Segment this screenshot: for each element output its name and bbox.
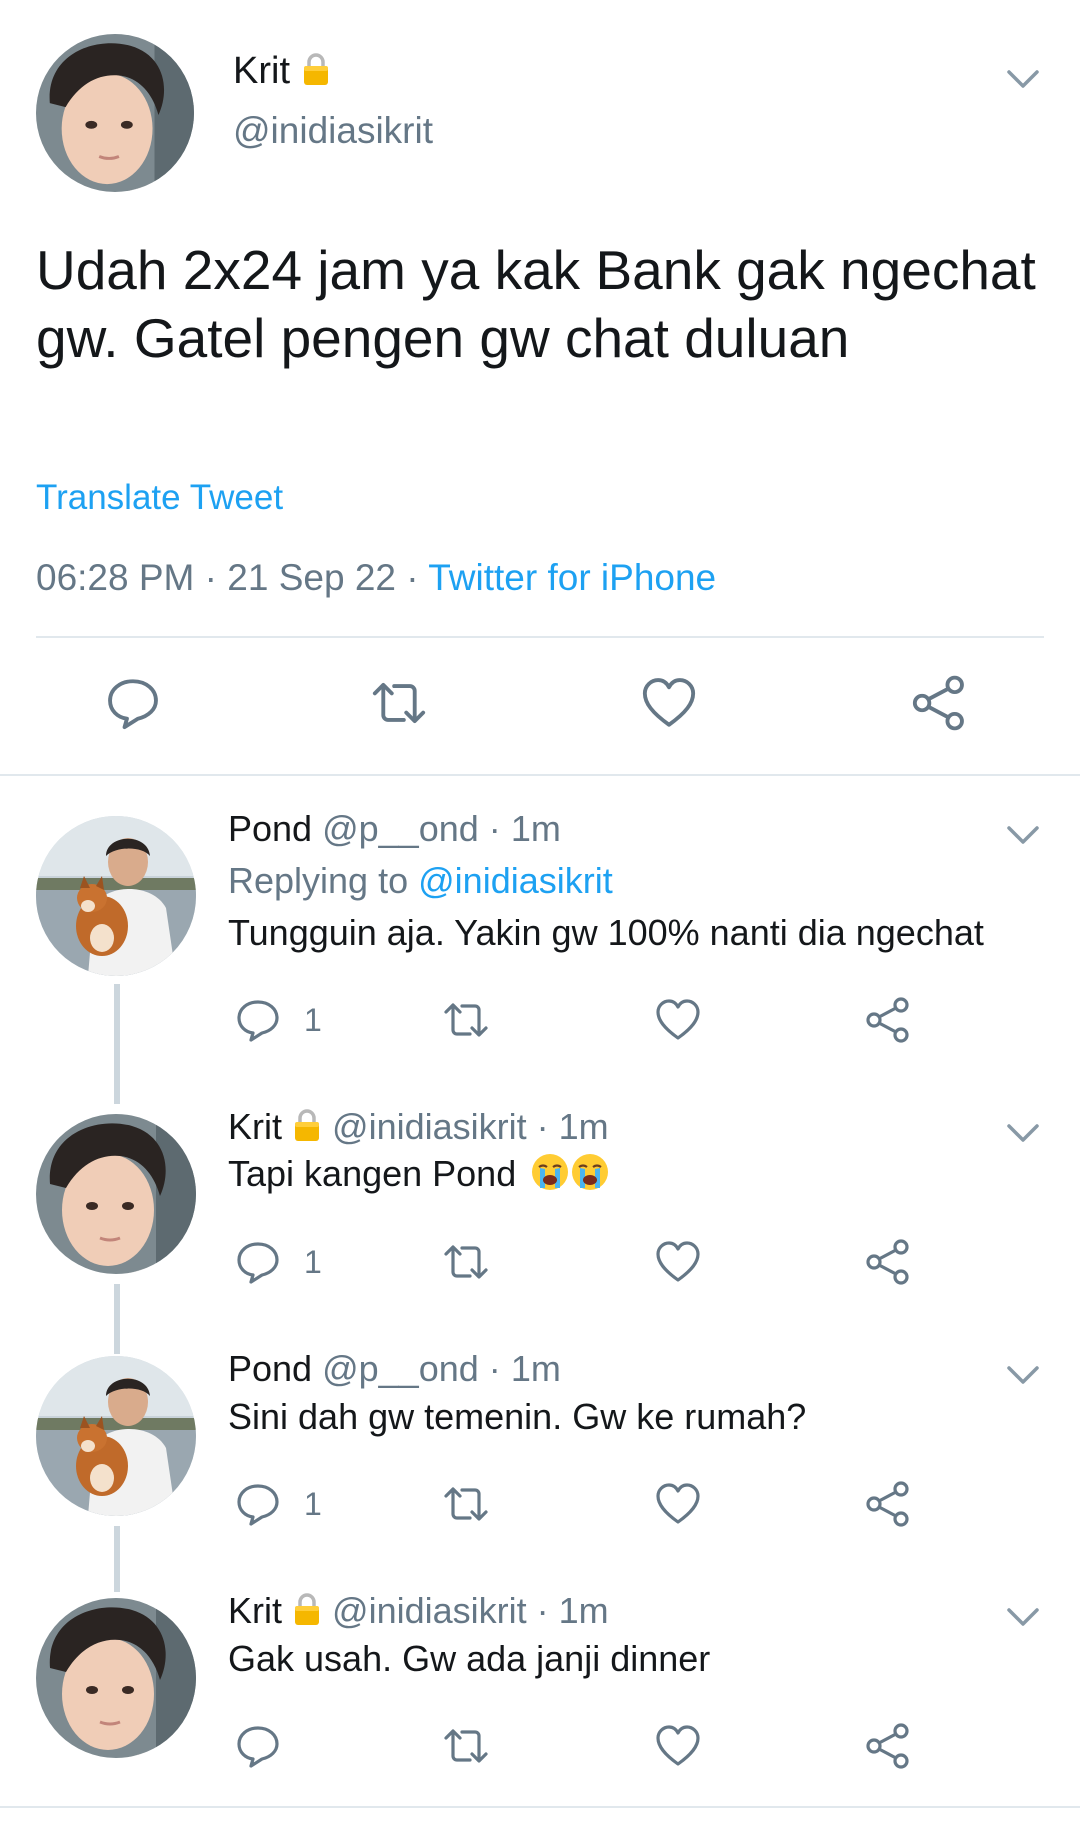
like-icon (654, 1722, 702, 1770)
like-button[interactable] (640, 674, 698, 732)
reply-text: Tungguin aja. Yakin gw 100% nanti dia ng… (228, 912, 984, 953)
tweet-meta: 06:28 PM · 21 Sep 22 · Twitter for iPhon… (36, 557, 716, 599)
share-icon (864, 1238, 912, 1286)
tweet-source-link[interactable]: Twitter for iPhone (428, 557, 716, 598)
reply-count: 1 (304, 1002, 322, 1038)
main-author-handle[interactable]: @inidiasikrit (233, 110, 433, 152)
like-button[interactable] (654, 1480, 702, 1528)
like-button[interactable] (654, 1722, 702, 1770)
replying-to-line: Replying to @inidiasikrit (228, 860, 613, 901)
reply-button[interactable] (234, 1480, 282, 1528)
divider (0, 1806, 1080, 1808)
chevron-down-icon[interactable] (1006, 1122, 1040, 1144)
reply-author-avatar[interactable] (36, 1114, 196, 1274)
reply-button[interactable] (234, 996, 282, 1044)
reply-count: 1 (304, 1244, 322, 1280)
retweet-button[interactable] (442, 1480, 490, 1528)
reply-header: Pond @p__ond · 1m (228, 1348, 561, 1389)
retweet-icon (442, 1480, 490, 1528)
thread-line (114, 1284, 120, 1354)
reply-icon (234, 996, 282, 1044)
reply-time: 1m (510, 1348, 561, 1389)
translate-tweet-link[interactable]: Translate Tweet (36, 478, 283, 518)
like-icon (654, 1480, 702, 1528)
reply-text: Gak usah. Gw ada janji dinner (228, 1638, 711, 1679)
like-icon (654, 1238, 702, 1286)
retweet-icon (442, 1722, 490, 1770)
like-icon (654, 996, 702, 1044)
reply-header: Pond @p__ond · 1m (228, 808, 561, 849)
reply-button[interactable] (234, 1722, 282, 1770)
reply-author-name[interactable]: Krit (228, 1590, 282, 1631)
reply-author-name[interactable]: Pond (228, 808, 312, 849)
reply-text: Sini dah gw temenin. Gw ke rumah? (228, 1396, 807, 1437)
reply-button[interactable] (104, 674, 162, 732)
crying-face-emoji (530, 1152, 570, 1192)
share-button[interactable] (864, 1722, 912, 1770)
lock-icon (292, 1592, 322, 1626)
crying-face-emoji (570, 1152, 610, 1192)
share-icon (864, 996, 912, 1044)
share-button[interactable] (910, 674, 968, 732)
lock-icon (301, 52, 331, 86)
reply-header: Krit @inidiasikrit · 1m (228, 1106, 609, 1147)
reply-count: 1 (304, 1486, 322, 1522)
tweet-date: 21 Sep 22 (227, 557, 396, 598)
share-icon (910, 674, 968, 732)
thread-line (114, 984, 120, 1104)
share-icon (864, 1480, 912, 1528)
reply-author-handle[interactable]: @inidiasikrit (332, 1590, 527, 1631)
share-button[interactable] (864, 1480, 912, 1528)
share-button[interactable] (864, 1238, 912, 1286)
reply-time: 1m (558, 1590, 609, 1631)
meta-separator: · (406, 557, 419, 598)
reply-author-avatar[interactable] (36, 1356, 196, 1516)
retweet-button[interactable] (442, 1238, 490, 1286)
reply-icon (234, 1238, 282, 1286)
reply-time: 1m (510, 808, 561, 849)
lock-icon (292, 1108, 322, 1142)
reply-text: Tapi kangen Pond (228, 1152, 610, 1195)
retweet-icon (370, 674, 428, 732)
retweet-button[interactable] (442, 996, 490, 1044)
reply-header: Krit @inidiasikrit · 1m (228, 1590, 609, 1631)
chevron-down-icon[interactable] (1006, 824, 1040, 846)
thread-line (114, 1526, 120, 1592)
reply-icon (234, 1480, 282, 1528)
reply-author-handle[interactable]: @inidiasikrit (332, 1106, 527, 1147)
reply-author-name[interactable]: Krit (228, 1106, 282, 1147)
tweet-time: 06:28 PM (36, 557, 195, 598)
retweet-icon (442, 996, 490, 1044)
share-icon (864, 1722, 912, 1770)
retweet-icon (442, 1238, 490, 1286)
reply-button[interactable] (234, 1238, 282, 1286)
chevron-down-icon[interactable] (1006, 1606, 1040, 1628)
reply-author-avatar[interactable] (36, 1598, 196, 1758)
retweet-button[interactable] (370, 674, 428, 732)
tweet-text: Udah 2x24 jam ya kak Bank gak ngechat gw… (36, 239, 1036, 369)
like-button[interactable] (654, 1238, 702, 1286)
replying-to-link[interactable]: @inidiasikrit (418, 860, 613, 901)
divider (0, 774, 1080, 776)
reply-icon (104, 674, 162, 732)
like-button[interactable] (654, 996, 702, 1044)
divider (36, 636, 1044, 638)
main-author-name[interactable]: Krit (233, 50, 331, 93)
like-icon (640, 674, 698, 732)
share-button[interactable] (864, 996, 912, 1044)
reply-icon (234, 1722, 282, 1770)
reply-author-handle[interactable]: @p__ond (322, 808, 479, 849)
retweet-button[interactable] (442, 1722, 490, 1770)
main-author-avatar[interactable] (36, 34, 194, 192)
meta-separator: · (204, 557, 217, 598)
chevron-down-icon[interactable] (1006, 1364, 1040, 1386)
reply-time: 1m (558, 1106, 609, 1147)
reply-author-name[interactable]: Pond (228, 1348, 312, 1389)
reply-author-avatar[interactable] (36, 816, 196, 976)
chevron-down-icon[interactable] (1006, 68, 1040, 90)
reply-author-handle[interactable]: @p__ond (322, 1348, 479, 1389)
